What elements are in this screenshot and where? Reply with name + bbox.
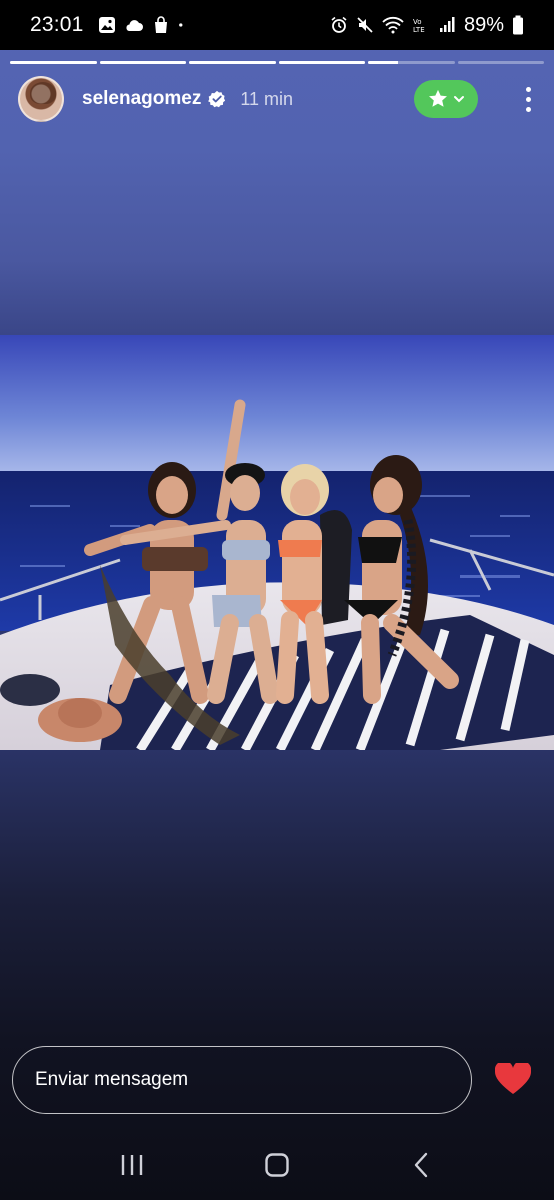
- cloud-icon: [126, 20, 143, 31]
- send-message-input[interactable]: Enviar mensagem: [12, 1046, 472, 1114]
- progress-segment-fill: [10, 61, 97, 64]
- home-icon[interactable]: [257, 1145, 297, 1185]
- progress-segment: [368, 61, 455, 64]
- verified-badge-icon: [208, 90, 226, 108]
- story-photo[interactable]: [0, 335, 554, 750]
- system-nav-bar: [0, 1130, 554, 1200]
- username[interactable]: selenagomez: [82, 88, 201, 110]
- svg-text:LTE: LTE: [413, 26, 425, 34]
- story-timestamp: 11 min: [240, 88, 294, 109]
- battery-percent: 89%: [463, 13, 504, 36]
- progress-segment: [278, 61, 365, 64]
- shopping-bag-icon: [154, 16, 167, 33]
- recents-icon[interactable]: [112, 1145, 152, 1185]
- avatar[interactable]: [18, 76, 64, 122]
- svg-text:Vo: Vo: [413, 18, 422, 26]
- send-message-placeholder: Enviar mensagem: [35, 1069, 189, 1090]
- story-screen: 23:01 Vo LTE 89% selenagomez 11 min Envi…: [0, 0, 554, 1200]
- status-time: 23:01: [30, 13, 84, 36]
- battery-icon: [513, 15, 523, 35]
- progress-segment: [189, 61, 276, 64]
- back-icon[interactable]: [402, 1145, 442, 1185]
- status-right-icons: Vo LTE 89%: [330, 14, 524, 37]
- progress-segment-fill: [189, 61, 276, 64]
- chevron-down-icon: [454, 96, 464, 103]
- wifi-icon: [382, 16, 404, 34]
- close-friends-button[interactable]: [414, 80, 478, 118]
- progress-segment: [10, 61, 97, 64]
- signal-icon: [439, 17, 455, 32]
- heart-icon[interactable]: [494, 1060, 532, 1098]
- more-vertical-icon[interactable]: [518, 84, 538, 114]
- status-bar: 23:01 Vo LTE 89%: [0, 0, 554, 50]
- volte-icon: VoLTE: [413, 18, 425, 34]
- progress-segment: [457, 61, 544, 64]
- progress-segment-fill: [278, 61, 365, 64]
- star-icon: [429, 89, 447, 107]
- story-progress-bar: [10, 61, 544, 64]
- alarm-icon: [331, 16, 347, 33]
- story-header: selenagomez 11 min: [18, 76, 538, 122]
- dot-icon: [178, 23, 183, 27]
- mute-icon: [357, 17, 373, 33]
- status-left-icons: [98, 16, 188, 34]
- progress-segment: [99, 61, 186, 64]
- progress-segment-fill: [368, 61, 399, 64]
- progress-segment-fill: [99, 61, 186, 64]
- boat-photo-illustration: [0, 335, 554, 750]
- gallery-icon: [98, 17, 115, 33]
